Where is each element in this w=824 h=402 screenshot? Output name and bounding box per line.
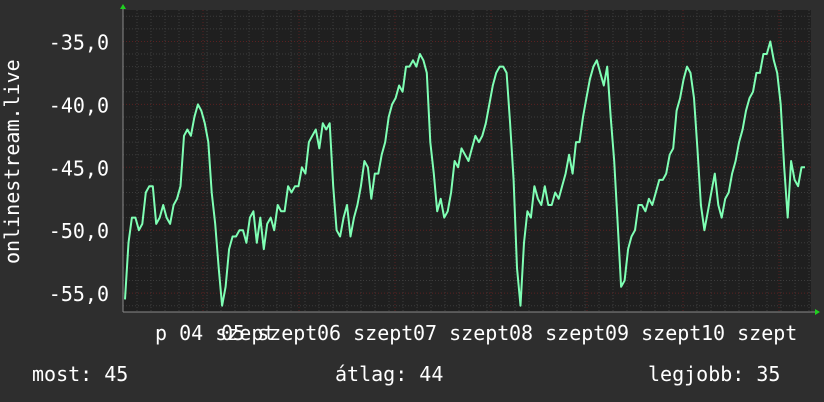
best-value: legjobb: 35 bbox=[648, 362, 781, 386]
y-tick-label: -40,0 bbox=[49, 93, 109, 117]
y-tick-label: -35,0 bbox=[49, 30, 109, 54]
y-tick-label: -45,0 bbox=[49, 156, 109, 180]
x-tick-label: 09 szept bbox=[605, 321, 701, 345]
x-tick-label: 06 szept bbox=[317, 321, 413, 345]
x-axis-arrow bbox=[815, 309, 820, 315]
current-value: most: 45 bbox=[32, 362, 129, 386]
average-value: átlag: 44 bbox=[335, 362, 444, 386]
x-tick-label: 08 szept bbox=[509, 321, 605, 345]
x-tick-label: 10 szept bbox=[701, 321, 797, 345]
y-tick-label: -50,0 bbox=[49, 219, 109, 243]
y-tick-label: -55,0 bbox=[49, 282, 109, 306]
x-tick-label: 07 szept bbox=[413, 321, 509, 345]
y-axis-label: onlinestream.live bbox=[0, 59, 24, 264]
x-tick-label: 05 szept bbox=[221, 321, 317, 345]
line-chart: -35,0-40,0-45,0-50,0-55,0 p 04 szept05 s… bbox=[49, 4, 820, 345]
plot-area bbox=[123, 10, 811, 312]
y-axis-arrow bbox=[120, 4, 126, 9]
